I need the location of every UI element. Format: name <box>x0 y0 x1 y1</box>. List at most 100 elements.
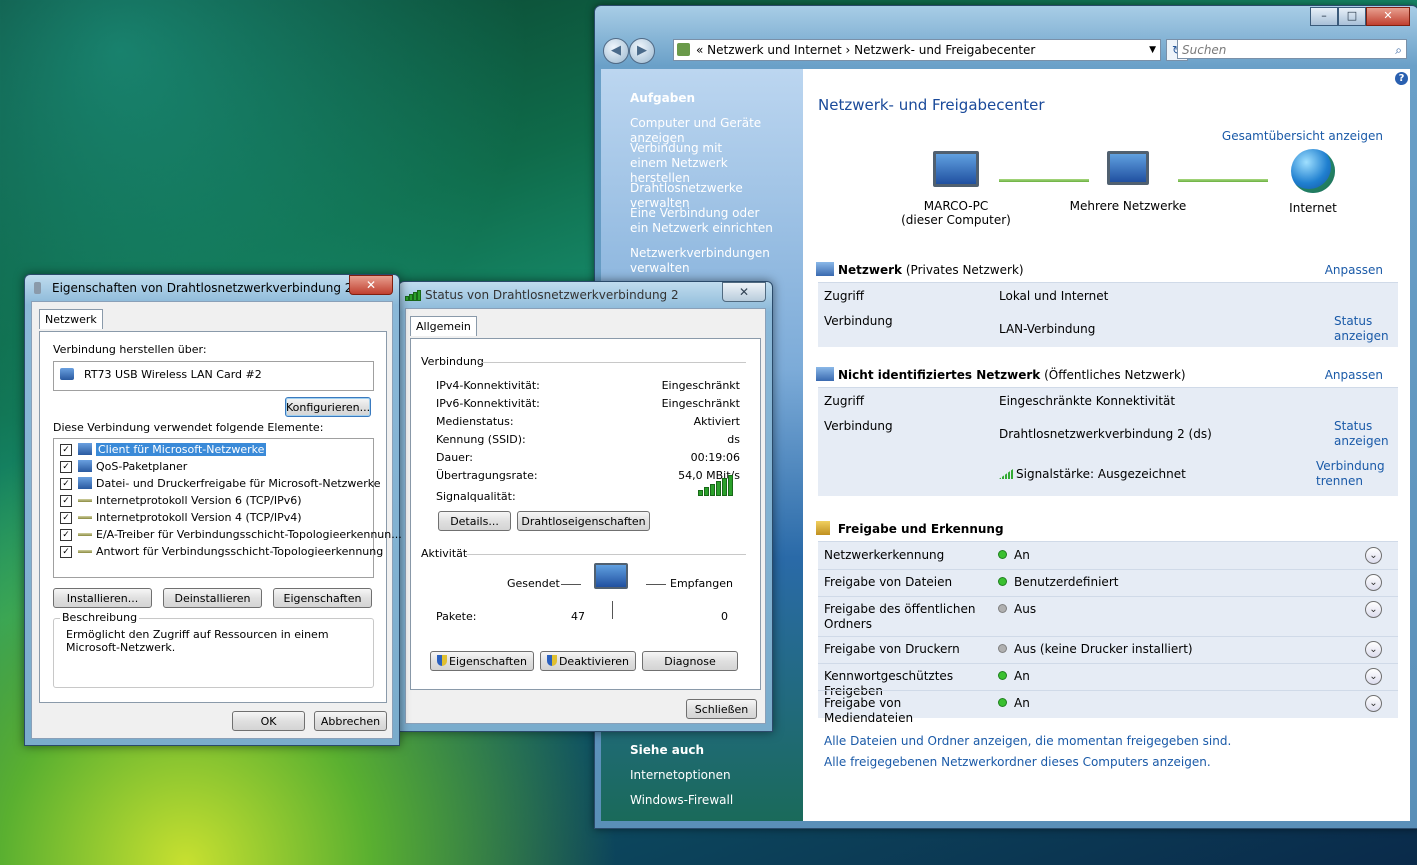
sharing-value-text: Benutzerdefiniert <box>1014 575 1119 589</box>
tab-general[interactable]: Allgemein <box>410 316 477 336</box>
search-icon[interactable]: ⌕ <box>1395 40 1402 60</box>
help-icon[interactable]: ? <box>1395 72 1408 85</box>
chevron-down-icon[interactable]: ⌄ <box>1365 668 1382 685</box>
chevron-down-icon[interactable]: ⌄ <box>1365 695 1382 712</box>
adapter-name: RT73 USB Wireless LAN Card #2 <box>84 368 262 381</box>
component-checkbox[interactable]: ✓ <box>60 546 72 558</box>
close-icon[interactable]: ✕ <box>722 282 766 302</box>
close-dialog-button[interactable]: Schließen <box>686 699 757 719</box>
description-heading: Beschreibung <box>60 611 140 624</box>
link-internet-options[interactable]: Internetoptionen <box>630 768 800 783</box>
map-node-networks[interactable]: Mehrere Netzwerke <box>1068 151 1188 213</box>
activity-heading: Aktivität <box>421 547 468 560</box>
component-checkbox[interactable]: ✓ <box>60 529 72 541</box>
status-row-label: Medienstatus: <box>436 415 514 428</box>
component-checkbox[interactable]: ✓ <box>60 461 72 473</box>
internet-label: Internet <box>1289 201 1337 215</box>
network2-customize-link[interactable]: Anpassen <box>1325 368 1383 382</box>
disable-label: Deaktivieren <box>558 655 630 668</box>
network-icon <box>816 262 834 276</box>
component-item[interactable]: Internetprotokoll Version 4 (TCP/IPv4) <box>96 511 302 524</box>
sharing-header: Freigabe und Erkennung <box>816 521 1004 536</box>
address-bar[interactable]: « Netzwerk und Internet › Netzwerk- und … <box>673 39 1161 61</box>
properties-body: Netzwerk Verbindung herstellen über: RT7… <box>31 301 402 739</box>
uninstall-button[interactable]: Deinstallieren <box>163 588 262 608</box>
details-button[interactable]: Details... <box>438 511 511 531</box>
map-node-internet[interactable]: Internet <box>1263 149 1363 215</box>
properties-dialog: Eigenschaften von Drahtlosnetzwerkverbin… <box>24 274 402 746</box>
chevron-down-icon[interactable]: ⌄ <box>1365 641 1382 658</box>
task-manage-connections[interactable]: Netzwerkverbindungen verwalten <box>630 246 770 276</box>
breadcrumb[interactable]: « Netzwerk und Internet › Netzwerk- und … <box>696 40 1035 60</box>
received-line <box>646 584 666 585</box>
network1-header: Netzwerk (Privates Netzwerk) <box>816 262 1024 277</box>
properties-button[interactable]: Eigenschaften <box>430 651 534 671</box>
chevron-down-icon[interactable]: ⌄ <box>1365 574 1382 591</box>
network1-customize-link[interactable]: Anpassen <box>1325 263 1383 277</box>
chevron-down-icon[interactable]: ⌄ <box>1365 547 1382 564</box>
chevron-down-icon[interactable]: ▼ <box>1149 40 1156 60</box>
wireless-properties-button[interactable]: Drahtloseigenschaften <box>517 511 650 531</box>
full-map-link[interactable]: Gesamtübersicht anzeigen <box>1222 129 1383 143</box>
component-item[interactable]: Internetprotokoll Version 6 (TCP/IPv6) <box>96 494 302 507</box>
ok-button[interactable]: OK <box>232 711 305 731</box>
network1-status-link[interactable]: Status anzeigen <box>1334 314 1394 344</box>
close-icon[interactable]: ✕ <box>349 275 393 295</box>
signal-strength-icon <box>999 469 1013 479</box>
disable-button[interactable]: Deaktivieren <box>540 651 636 671</box>
search-input[interactable]: Suchen ⌕ <box>1177 39 1407 59</box>
component-icon <box>78 516 92 519</box>
signal-text: Signalstärke: Ausgezeichnet <box>1016 467 1186 481</box>
diagnose-button[interactable]: Diagnose <box>642 651 738 671</box>
component-checkbox[interactable]: ✓ <box>60 478 72 490</box>
pc-subtitle: (dieser Computer) <box>901 213 1011 227</box>
minimize-button[interactable]: – <box>1310 7 1338 26</box>
component-checkbox[interactable]: ✓ <box>60 512 72 524</box>
forward-icon[interactable]: ▶ <box>629 38 655 64</box>
row-divider <box>818 596 1398 597</box>
tasks-heading: Aufgaben <box>630 91 696 105</box>
shared-folders-link[interactable]: Alle freigegebenen Netzwerkordner dieses… <box>824 755 1211 769</box>
packets-sent-value: 47 <box>571 610 585 623</box>
adapter-box: RT73 USB Wireless LAN Card #2 <box>53 361 374 391</box>
network2-status-link[interactable]: Status anzeigen <box>1334 419 1394 449</box>
tab-network[interactable]: Netzwerk <box>39 309 103 329</box>
item-properties-button[interactable]: Eigenschaften <box>273 588 372 608</box>
sharing-row-value: An <box>999 696 1030 710</box>
sharing-row-label: Freigabe von Mediendateien <box>824 696 914 725</box>
network1-access-label: Zugriff <box>824 289 864 303</box>
component-item[interactable]: Antwort für Verbindungsschicht-Topologie… <box>96 545 383 558</box>
network-page: Verbindung herstellen über: RT73 USB Wir… <box>39 331 402 703</box>
component-checkbox[interactable]: ✓ <box>60 444 72 456</box>
sharing-value-text: An <box>1014 548 1030 562</box>
chevron-down-icon[interactable]: ⌄ <box>1365 601 1382 618</box>
sent-label: Gesendet <box>507 577 560 590</box>
configure-button[interactable]: Konfigurieren... <box>285 397 371 417</box>
network2-disconnect-link[interactable]: Verbindung trennen <box>1316 459 1396 489</box>
back-icon[interactable]: ◀ <box>603 38 629 64</box>
status-row-label: IPv4-Konnektivität: <box>436 379 540 392</box>
close-button[interactable]: ✕ <box>1366 7 1410 26</box>
component-item[interactable]: QoS-Paketplaner <box>96 460 187 473</box>
divider <box>481 362 746 363</box>
maximize-button[interactable]: □ <box>1338 7 1366 26</box>
search-placeholder: Suchen <box>1182 43 1227 57</box>
component-checkbox[interactable]: ✓ <box>60 495 72 507</box>
divider <box>466 554 746 555</box>
task-setup-connection[interactable]: Eine Verbindung oder ein Netzwerk einric… <box>630 206 780 236</box>
install-button[interactable]: Installieren... <box>53 588 152 608</box>
shared-files-link[interactable]: Alle Dateien und Ordner anzeigen, die mo… <box>824 734 1231 748</box>
map-node-pc[interactable]: MARCO-PC (dieser Computer) <box>896 151 1016 227</box>
component-item[interactable]: E/A-Treiber für Verbindungsschicht-Topol… <box>96 528 402 541</box>
status-row-value: Eingeschränkt <box>661 379 740 392</box>
multiple-networks-icon <box>1107 151 1149 185</box>
link-windows-firewall[interactable]: Windows-Firewall <box>630 793 800 808</box>
row-divider <box>818 690 1398 691</box>
component-item[interactable]: Client für Microsoft-Netzwerke <box>96 443 267 456</box>
status-dialog-title: Status von Drahtlosnetzwerkverbindung 2 <box>425 288 679 302</box>
network2-connection-label: Verbindung <box>824 419 893 433</box>
component-icon <box>78 533 92 536</box>
cancel-button[interactable]: Abbrechen <box>314 711 387 731</box>
task-connect-network[interactable]: Verbindung mit einem Netzwerk herstellen <box>630 141 760 186</box>
component-item[interactable]: Datei- und Druckerfreigabe für Microsoft… <box>96 477 380 490</box>
